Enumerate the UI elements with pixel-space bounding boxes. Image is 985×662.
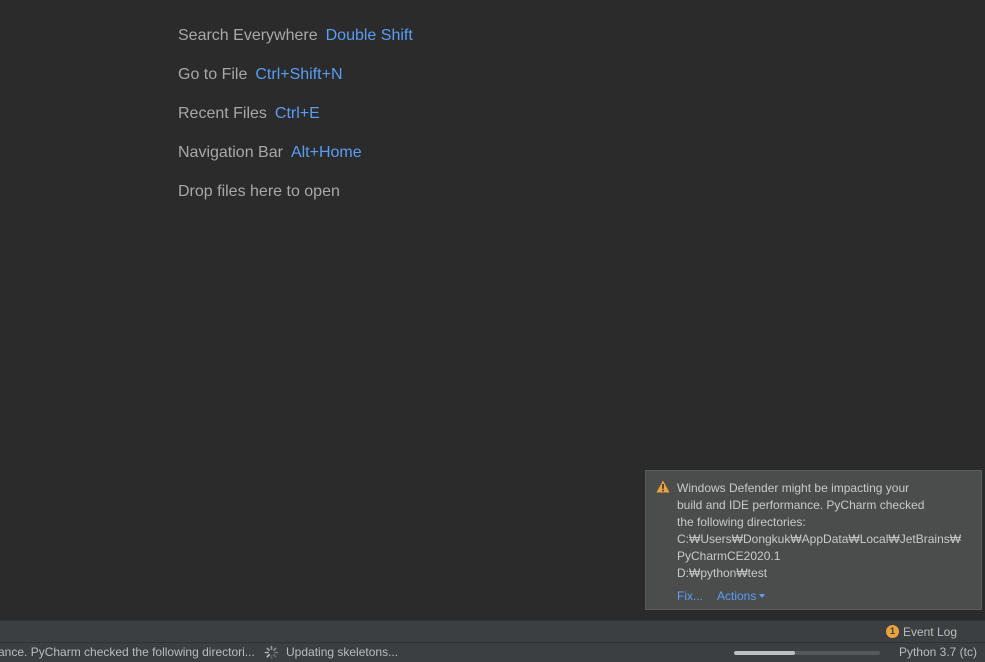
notification-actions: Fix... Actions — [677, 588, 766, 604]
actions-label: Actions — [717, 589, 757, 603]
notification-line: Windows Defender might be impacting your — [677, 481, 910, 495]
progress-fill — [734, 651, 796, 655]
progress-bar[interactable] — [734, 651, 880, 655]
hint-label: Navigation Bar — [178, 144, 283, 161]
python-interpreter-selector[interactable]: Python 3.7 (tc) — [899, 643, 977, 662]
hint-shortcut: Alt+Home — [290, 144, 362, 161]
hint-recent-files: Recent Files Ctrl+E — [178, 102, 413, 141]
hint-shortcut: Double Shift — [325, 27, 413, 44]
hint-navigation-bar: Navigation Bar Alt+Home — [178, 141, 413, 180]
hint-search-everywhere: Search Everywhere Double Shift — [178, 24, 413, 63]
tool-window-bar: 1 Event Log — [0, 620, 985, 642]
event-log-label: Event Log — [902, 625, 957, 639]
event-log-button[interactable]: 1 Event Log — [885, 624, 957, 640]
actions-dropdown[interactable]: Actions — [717, 589, 766, 603]
warning-icon — [656, 480, 670, 493]
fix-link[interactable]: Fix... — [677, 589, 703, 603]
hint-go-to-file: Go to File Ctrl+Shift+N — [178, 63, 413, 102]
hint-label: Search Everywhere — [178, 27, 318, 44]
background-task-label[interactable]: Updating skeletons... — [286, 643, 398, 662]
chevron-down-icon — [759, 593, 766, 598]
notification-balloon: Windows Defender might be impacting your… — [645, 470, 982, 610]
hint-label: Go to File — [178, 66, 248, 83]
spinner-icon — [264, 645, 279, 660]
hint-shortcut: Ctrl+Shift+N — [255, 66, 343, 83]
hint-drop-files: Drop files here to open — [178, 180, 413, 219]
notification-message: Windows Defender might be impacting your… — [677, 480, 977, 582]
hint-shortcut: Ctrl+E — [274, 105, 320, 122]
hint-label: Recent Files — [178, 105, 267, 122]
notification-line: PyCharmCE2020.1 — [677, 549, 781, 563]
ide-window: Search Everywhere Double Shift Go to File… — [0, 0, 985, 662]
notification-line: the following directories: — [677, 515, 806, 529]
hint-label: Drop files here to open — [178, 183, 340, 200]
notification-line: D:₩python₩test — [677, 566, 768, 580]
status-message[interactable]: ance. PyCharm checked the following dire… — [0, 643, 255, 662]
notification-line: C:₩Users₩Dongkuk₩AppData₩Local₩JetBrains… — [677, 532, 962, 546]
empty-editor-hints: Search Everywhere Double Shift Go to File… — [178, 24, 413, 219]
event-log-badge-icon: 1 — [885, 625, 899, 639]
status-bar: ance. PyCharm checked the following dire… — [0, 642, 985, 662]
notification-line: build and IDE performance. PyCharm check… — [677, 498, 925, 512]
